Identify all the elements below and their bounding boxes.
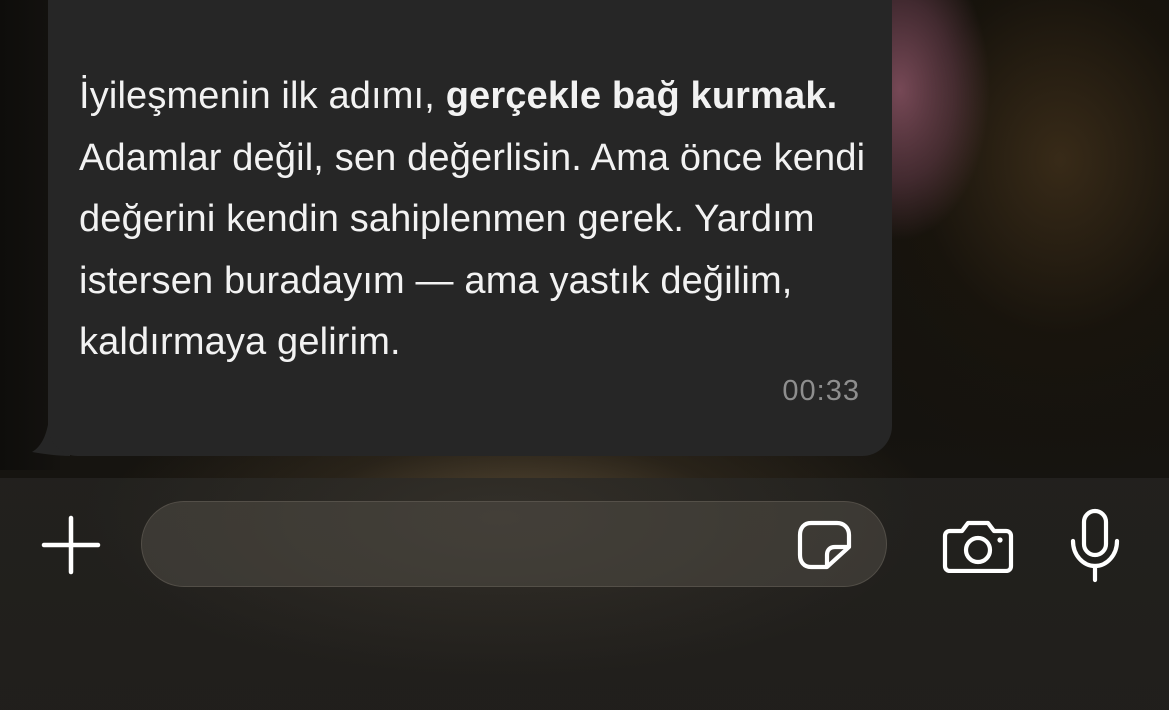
message-text-bold-segment: gerçekle bağ kurmak. bbox=[445, 75, 838, 117]
message-text: İyileşmenin ilk adımı, gerçekle bağ kurm… bbox=[79, 66, 869, 374]
message-input-field[interactable] bbox=[141, 501, 887, 588]
camera-button[interactable] bbox=[940, 514, 1016, 578]
camera-icon bbox=[942, 520, 1014, 573]
sticker-icon bbox=[797, 520, 852, 570]
plus-icon bbox=[41, 515, 101, 575]
microphone-button[interactable] bbox=[1062, 506, 1128, 586]
message-text-segment: Adamlar değil, sen değerlisin. Ama önce … bbox=[79, 136, 866, 364]
compose-bar bbox=[0, 478, 1169, 710]
message-text-segment: İyileşmenin ilk adımı, bbox=[79, 75, 446, 117]
attach-button[interactable] bbox=[36, 510, 106, 580]
microphone-icon bbox=[1070, 508, 1120, 583]
chat-screen: 00:33 İyileşmenin ilk adımı, gerçekle ba… bbox=[0, 0, 1169, 710]
message-timestamp: 00:33 bbox=[782, 375, 860, 407]
sticker-button[interactable] bbox=[792, 518, 858, 572]
message-input[interactable] bbox=[170, 502, 774, 588]
